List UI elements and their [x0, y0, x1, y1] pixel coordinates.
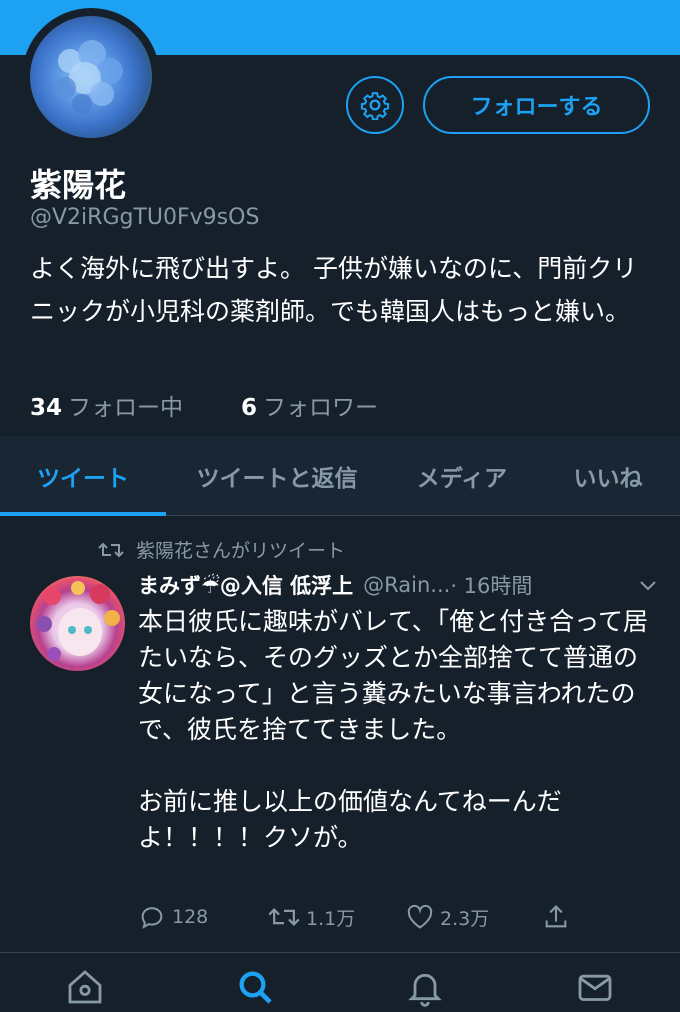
- following-label: フォロー中: [68, 395, 184, 421]
- retweet-context: 紫陽花さんがリツイート: [98, 536, 345, 563]
- share-icon: [545, 905, 567, 928]
- heart-icon: [407, 904, 433, 929]
- follow-button[interactable]: フォローする: [423, 76, 650, 134]
- tweet-author-avatar[interactable]: [30, 576, 125, 671]
- hydrangea-photo-icon: [54, 40, 123, 114]
- like-button[interactable]: 2.3万: [406, 904, 542, 931]
- tweet-timestamp[interactable]: · 16時間: [450, 570, 532, 600]
- followers-count: 6: [241, 395, 258, 421]
- like-count: 2.3万: [440, 907, 490, 930]
- tab-tweets-and-replies[interactable]: ツイートと返信: [166, 436, 388, 516]
- reply-count: 128: [172, 906, 209, 928]
- following-count: 34: [30, 395, 63, 421]
- profile-handle: @V2iRGgTU0Fv9sOS: [30, 205, 260, 230]
- profile-avatar: [30, 16, 152, 138]
- profile-avatar-frame[interactable]: [22, 8, 160, 146]
- profile-bio: よく海外に飛び出すよ。 子供が嫌いなのに、門前クリニックが小児科の薬剤師。でも韓…: [30, 254, 638, 326]
- gear-icon: [360, 92, 390, 120]
- followers-label: フォロワー: [263, 395, 379, 421]
- followers-stat[interactable]: 6 フォロワー: [241, 388, 378, 422]
- profile-stats: 34 フォロー中 6 フォロワー: [30, 388, 378, 422]
- bottom-navigation: [0, 952, 680, 1012]
- retweet-context-label: 紫陽花さんがリツイート: [136, 540, 346, 562]
- tweet-text: 本日彼氏に趣味がバレて、「俺と付き合って居たいなら、そのグッズとか全部捨てて普通…: [138, 607, 649, 852]
- nav-notifications[interactable]: [340, 953, 510, 1012]
- tweet-actions: 128 1.1万 2.3万: [138, 903, 658, 931]
- nav-search[interactable]: [170, 953, 340, 1012]
- chevron-down-icon: [640, 581, 656, 591]
- tweet-author-name[interactable]: まみず☔@入信 低浮上: [138, 570, 353, 600]
- mail-icon: [578, 974, 612, 1001]
- reply-button[interactable]: 128: [138, 903, 268, 931]
- anime-avatar-icon: [36, 581, 120, 661]
- share-button[interactable]: [542, 903, 570, 931]
- home-icon: [68, 969, 102, 1003]
- tab-media[interactable]: メディア: [388, 436, 536, 516]
- tweet-header: まみず☔@入信 低浮上 @Rain... · 16時間: [138, 570, 658, 600]
- retweet-icon: [98, 542, 124, 557]
- retweet-count: 1.1万: [306, 907, 356, 930]
- tweet-author-handle[interactable]: @Rain...: [363, 573, 450, 597]
- retweet-button[interactable]: 1.1万: [268, 903, 406, 931]
- search-icon: [239, 971, 272, 1004]
- profile-display-name: 紫陽花: [30, 166, 127, 204]
- following-stat[interactable]: 34 フォロー中: [30, 388, 183, 422]
- nav-messages[interactable]: [510, 953, 680, 1012]
- tab-tweets[interactable]: ツイート: [0, 436, 166, 516]
- bell-icon: [408, 973, 442, 1007]
- tweet-menu-button[interactable]: [638, 573, 658, 597]
- nav-home[interactable]: [0, 953, 170, 1012]
- retweet-icon: [268, 908, 300, 926]
- tab-likes[interactable]: いいね: [536, 436, 680, 516]
- reply-icon: [141, 907, 163, 929]
- profile-tabs: ツイート ツイートと返信 メディア いいね: [0, 436, 680, 516]
- settings-button[interactable]: [346, 76, 404, 134]
